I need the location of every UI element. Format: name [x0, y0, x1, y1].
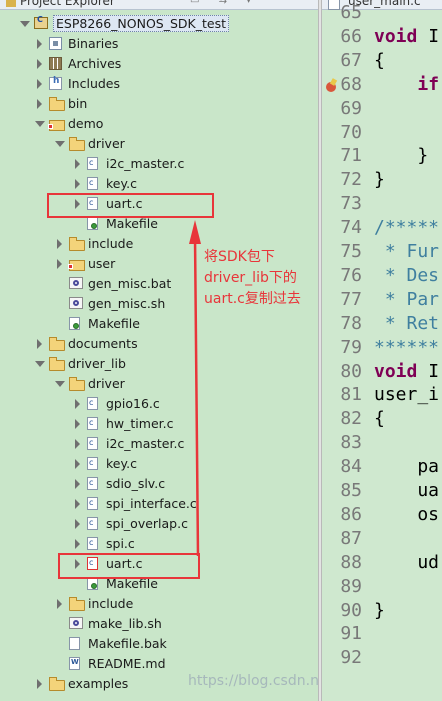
code-line: * Fur	[374, 241, 440, 262]
line-number: 68	[340, 73, 362, 95]
annotation-line: uart.c复制过去	[204, 291, 301, 307]
code-line: }	[374, 599, 385, 621]
line-number: 65	[340, 2, 362, 23]
line-number: 76	[340, 264, 362, 286]
line-number: 89	[340, 575, 362, 597]
line-number: 84	[340, 456, 362, 478]
line-number: 88	[340, 551, 362, 573]
line-number: 92	[340, 647, 362, 669]
line-number: 71	[340, 145, 362, 167]
annotation-line: 将SDK包下	[204, 249, 275, 265]
project-explorer-panel: Project Explorer ▭ ⇆ ▾ ESP8266_NONOS_SDK…	[0, 0, 318, 701]
code-line: {	[374, 49, 385, 71]
code-line: /*****	[374, 217, 440, 239]
line-number: 82	[340, 408, 362, 430]
line-number: 70	[340, 121, 362, 143]
code-line: }	[374, 169, 385, 191]
line-number: 75	[340, 241, 362, 262]
line-number: 77	[340, 288, 362, 310]
line-number: 91	[340, 623, 362, 645]
code-line: if	[417, 73, 440, 95]
code-line: void I	[374, 360, 440, 382]
code-line: * Ret	[374, 312, 440, 334]
line-number: 67	[340, 49, 362, 71]
code-line: os	[374, 503, 440, 525]
line-number: 87	[340, 527, 362, 549]
code-line: {	[374, 408, 385, 430]
code-line: pa	[374, 456, 440, 478]
annotation-text: 将SDK包下 driver_lib下的 uart.c复制过去	[204, 247, 301, 310]
watermark: https://blog.csdn.net/qq_39011182	[188, 673, 318, 689]
line-number: 90	[340, 599, 362, 621]
code-line: ******	[374, 336, 440, 358]
code-line: ud	[374, 551, 440, 573]
line-number: 66	[340, 25, 362, 47]
code-line: user_i	[374, 384, 440, 406]
line-number: 79	[340, 336, 362, 358]
line-number: 86	[340, 503, 362, 525]
code-line: * Par	[374, 288, 440, 310]
line-number: 80	[340, 360, 362, 382]
code-line: void I	[374, 25, 440, 47]
line-number: 78	[340, 312, 362, 334]
code-line: }	[374, 145, 429, 167]
line-number: 81	[340, 384, 362, 406]
line-number: 83	[340, 432, 362, 454]
line-number: 72	[340, 169, 362, 191]
annotation-line: driver_lib下的	[204, 270, 297, 286]
line-number: 73	[340, 193, 362, 215]
code-line: * Des	[374, 264, 440, 286]
line-number: 85	[340, 480, 362, 501]
code-editor[interactable]: user_main.c 65 66 void I 67{68 if 69 70 71 } 72…	[322, 0, 442, 701]
annotation-arrow	[189, 220, 201, 557]
code-line: ua	[374, 480, 440, 501]
line-number: 74	[340, 217, 362, 239]
line-number: 69	[340, 97, 362, 119]
